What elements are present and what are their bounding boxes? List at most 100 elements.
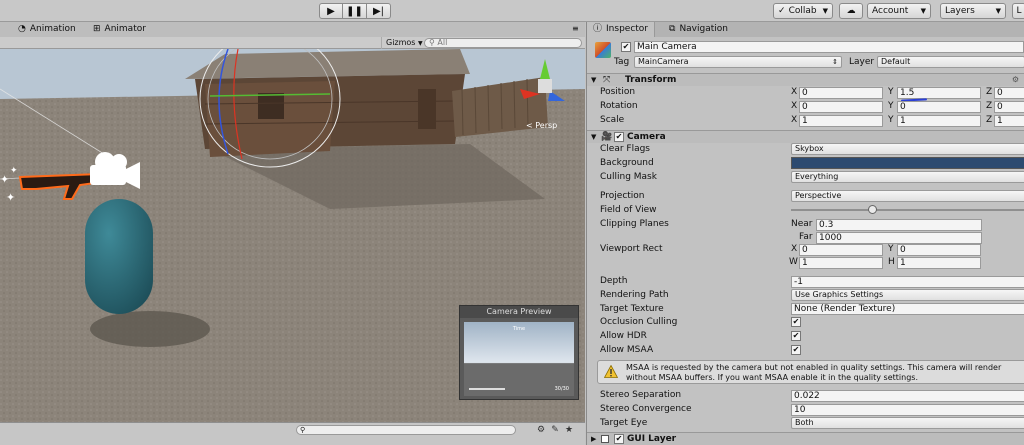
camera-preview: Camera Preview Time 30/30 bbox=[459, 305, 579, 400]
scale-x-axis: X bbox=[791, 115, 798, 125]
gameobject-active-checkbox[interactable]: ✔ bbox=[621, 42, 631, 52]
scale-x-field[interactable]: 1 bbox=[799, 115, 883, 127]
stereo-convergence-field[interactable]: 10 bbox=[791, 404, 1024, 416]
play-icon: ▶ bbox=[327, 5, 335, 17]
scale-z-field[interactable]: 1 bbox=[994, 115, 1024, 127]
background-label: Background bbox=[600, 158, 654, 168]
allow-hdr-checkbox[interactable]: ✔ bbox=[791, 331, 801, 341]
scale-y-field[interactable]: 1 bbox=[897, 115, 981, 127]
viewport-h-axis: H bbox=[888, 257, 895, 267]
rotation-x-axis: X bbox=[791, 101, 798, 111]
tab-animator[interactable]: ⊞ Animator bbox=[93, 24, 146, 34]
cloud-button[interactable]: ☁ bbox=[839, 3, 863, 19]
bottom-panel: ⚲ ⚙ ✎ ★ bbox=[0, 422, 585, 445]
component-settings-icon[interactable]: ⚙ bbox=[1012, 75, 1019, 84]
depth-label: Depth bbox=[600, 276, 628, 286]
gameobject-name-field[interactable]: Main Camera bbox=[634, 41, 1024, 53]
projection-dropdown[interactable]: Perspective bbox=[791, 190, 1024, 202]
occlusion-culling-label: Occlusion Culling bbox=[600, 317, 678, 327]
stereo-separation-label: Stereo Separation bbox=[600, 390, 682, 400]
tab-menu-icon[interactable]: ≡ bbox=[572, 24, 579, 33]
layer-dropdown[interactable]: Default bbox=[877, 56, 1024, 68]
gizmos-dropdown[interactable]: Gizmos ▼ bbox=[381, 37, 427, 49]
fov-slider-thumb[interactable] bbox=[868, 205, 878, 214]
position-y-field[interactable]: 1.5 bbox=[897, 87, 981, 99]
fov-slider-track[interactable] bbox=[791, 209, 1024, 211]
camera-header[interactable]: ▼ 🎥 ✔ Camera bbox=[587, 130, 1024, 143]
tab-animator-label: Animator bbox=[104, 24, 146, 34]
target-eye-value: Both bbox=[795, 418, 814, 427]
persp-label[interactable]: < Persp bbox=[526, 121, 557, 130]
rotation-x-field[interactable]: 0 bbox=[799, 101, 883, 113]
scale-y-axis: Y bbox=[888, 115, 894, 125]
play-button[interactable]: ▶ bbox=[319, 3, 343, 19]
svg-text:✦: ✦ bbox=[10, 166, 18, 176]
chevron-down-icon: ▼ bbox=[995, 7, 1001, 15]
check-icon: ✔ bbox=[615, 132, 623, 141]
rendering-path-label: Rendering Path bbox=[600, 290, 669, 300]
background-color-field[interactable] bbox=[791, 157, 1024, 169]
camera-preview-bar bbox=[469, 388, 505, 390]
chevron-updown-icon: ⇕ bbox=[832, 58, 838, 66]
favorite-star-icon[interactable]: ★ bbox=[563, 424, 575, 436]
cloud-icon: ☁ bbox=[846, 6, 856, 16]
camera-preview-time: Time bbox=[512, 326, 526, 332]
filter-label-icon[interactable]: ✎ bbox=[549, 424, 561, 436]
allow-msaa-checkbox[interactable]: ✔ bbox=[791, 345, 801, 355]
depth-field[interactable]: -1 bbox=[791, 276, 1024, 288]
step-button[interactable]: ▶| bbox=[367, 3, 391, 19]
gui-layer-enabled-checkbox[interactable]: ✔ bbox=[614, 434, 624, 444]
check-icon: ✔ bbox=[622, 42, 630, 51]
occlusion-culling-checkbox[interactable]: ✔ bbox=[791, 317, 801, 327]
warning-icon bbox=[604, 365, 618, 378]
target-texture-field[interactable]: None (Render Texture) bbox=[791, 303, 1024, 315]
project-search-input[interactable]: ⚲ bbox=[296, 425, 516, 435]
chevron-down-icon: ▼ bbox=[920, 7, 926, 15]
gui-layer-title: GUI Layer bbox=[627, 434, 677, 444]
rendering-path-value: Use Graphics Settings bbox=[795, 290, 884, 299]
filter-type-icon[interactable]: ⚙ bbox=[535, 424, 547, 436]
position-x-field[interactable]: 0 bbox=[799, 87, 883, 99]
near-field[interactable]: 0.3 bbox=[816, 219, 982, 231]
tag-dropdown[interactable]: MainCamera ⇕ bbox=[634, 56, 842, 68]
tab-animation[interactable]: ◔ Animation bbox=[18, 24, 76, 34]
collab-button[interactable]: ✓ Collab ▼ bbox=[773, 3, 833, 19]
far-field[interactable]: 1000 bbox=[816, 232, 982, 244]
layout-dropdown[interactable]: L bbox=[1012, 3, 1024, 19]
capsule-object[interactable] bbox=[85, 199, 153, 314]
clipping-planes-label: Clipping Planes bbox=[600, 219, 669, 229]
clear-flags-dropdown[interactable]: Skybox bbox=[791, 143, 1024, 155]
tab-inspector[interactable]: ⓘ Inspector bbox=[587, 22, 655, 37]
pause-button[interactable]: ❚❚ bbox=[343, 3, 367, 19]
clear-flags-value: Skybox bbox=[795, 144, 824, 153]
scene-tab-strip: ◔ Animation ⊞ Animator ≡ bbox=[0, 22, 585, 37]
position-x-axis: X bbox=[791, 87, 798, 97]
stereo-separation-field[interactable]: 0.022 bbox=[791, 390, 1024, 402]
near-label: Near bbox=[791, 219, 813, 229]
rotation-y-field[interactable]: 0 bbox=[897, 101, 981, 113]
foldout-arrow-icon: ▼ bbox=[591, 76, 597, 84]
gui-layer-header[interactable]: ▶ ✔ GUI Layer bbox=[587, 432, 1024, 445]
position-z-field[interactable]: 0 bbox=[994, 87, 1024, 99]
target-eye-dropdown[interactable]: Both bbox=[791, 417, 1024, 429]
rendering-path-dropdown[interactable]: Use Graphics Settings bbox=[791, 289, 1024, 301]
camera-enabled-checkbox[interactable]: ✔ bbox=[614, 132, 624, 142]
camera-preview-fps: 30/30 bbox=[554, 386, 569, 392]
scale-label: Scale bbox=[600, 115, 625, 125]
main-toolbar: ▶ ❚❚ ▶| ✓ Collab ▼ ☁ Account ▼ Layers ▼ … bbox=[0, 0, 1024, 22]
viewport-y-field[interactable]: 0 bbox=[897, 244, 981, 256]
tab-navigation[interactable]: ⧉ Navigation bbox=[663, 22, 734, 37]
viewport-x-field[interactable]: 0 bbox=[799, 244, 883, 256]
projection-value: Perspective bbox=[795, 191, 842, 200]
culling-mask-value: Everything bbox=[795, 172, 839, 181]
scene-search-input[interactable]: ⚲ All bbox=[424, 38, 582, 48]
account-dropdown[interactable]: Account ▼ bbox=[867, 3, 931, 19]
search-icon: ⚲ bbox=[429, 38, 435, 47]
culling-mask-dropdown[interactable]: Everything bbox=[791, 171, 1024, 183]
layers-dropdown[interactable]: Layers ▼ bbox=[940, 3, 1006, 19]
rotation-z-field[interactable]: 0 bbox=[994, 101, 1024, 113]
viewport-h-field[interactable]: 1 bbox=[897, 257, 981, 269]
camera-preview-image: Time 30/30 bbox=[464, 322, 574, 396]
viewport-w-field[interactable]: 1 bbox=[799, 257, 883, 269]
transform-header[interactable]: ▼ ⤧ Transform ⚙ bbox=[587, 73, 1024, 86]
